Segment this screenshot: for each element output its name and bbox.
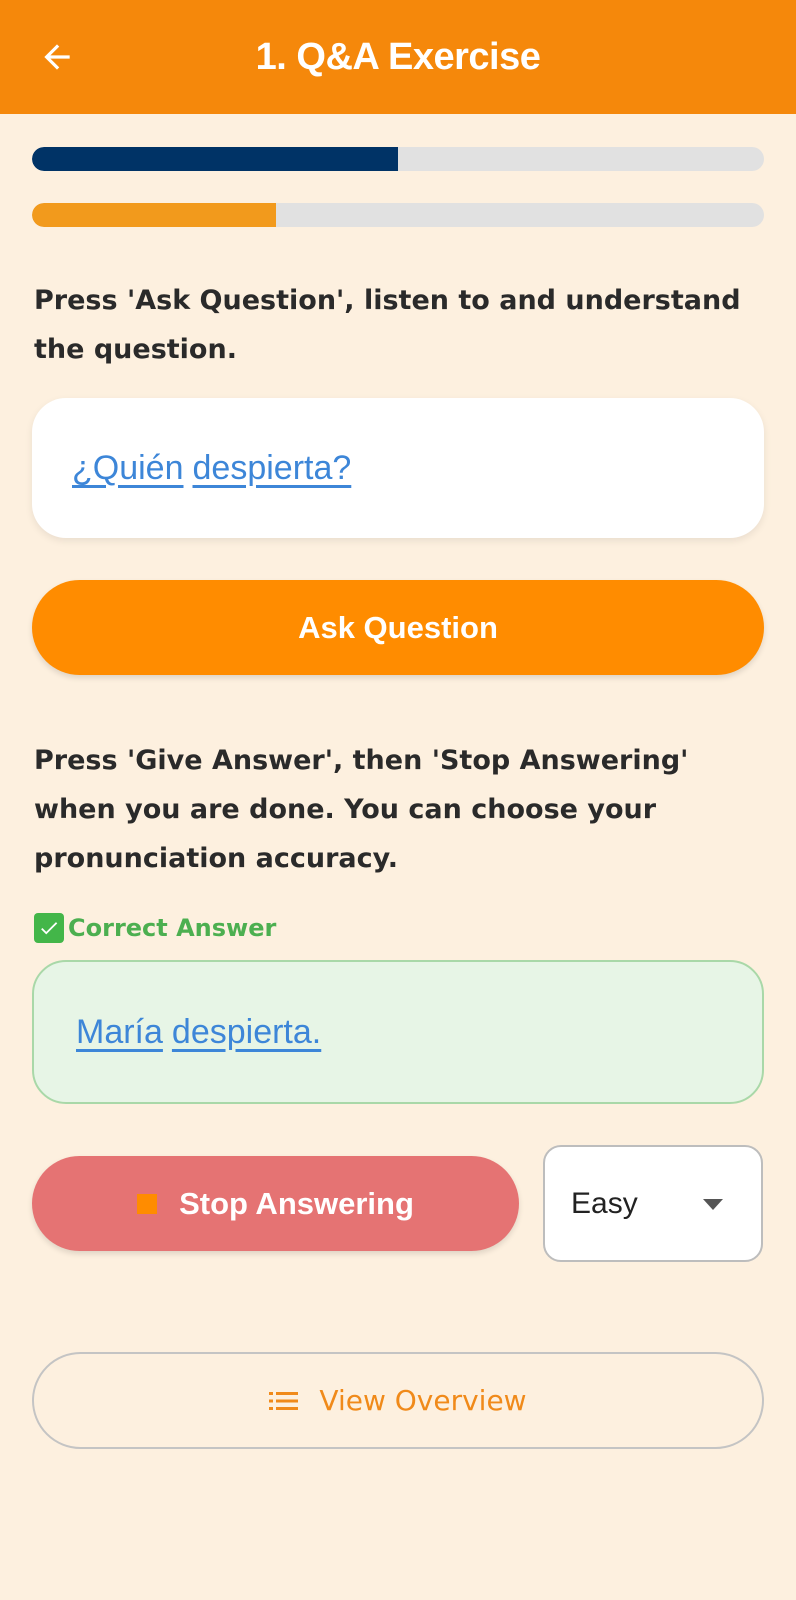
list-icon [269,1391,299,1410]
stop-answering-label: Stop Answering [179,1185,414,1221]
answer-text: María despierta. [76,962,330,1102]
correct-answer-label: Correct Answer [34,910,276,946]
stop-answering-button[interactable]: Stop Answering [32,1156,519,1251]
answer-word[interactable]: despierta. [172,1013,321,1052]
check-mark-icon [34,913,64,943]
question-text: ¿Quién despierta? [72,398,360,538]
accuracy-select[interactable]: Easy [543,1145,763,1262]
correct-answer-card: María despierta. [32,960,764,1104]
answer-instruction: Press 'Give Answer', then 'Stop Answerin… [34,745,689,874]
view-overview-label: View Overview [319,1384,527,1417]
progress-fill-exercise [32,203,276,227]
progress-bar-exercise [32,203,764,227]
answer-word[interactable]: María [76,1013,163,1052]
app-bar: 1. Q&A Exercise [0,0,796,114]
progress-fill-lesson [32,147,398,171]
correct-answer-label-text: Correct Answer [68,914,277,942]
view-overview-button[interactable]: View Overview [32,1352,764,1449]
ask-instruction: Press 'Ask Question', listen to and unde… [34,285,741,365]
progress-bar-lesson [32,147,764,171]
question-card: ¿Quién despierta? [32,398,764,538]
question-word[interactable]: ¿Quién [72,449,184,488]
accuracy-select-value: Easy [571,1186,638,1220]
ask-question-button[interactable]: Ask Question [32,580,764,675]
stop-square-icon [137,1193,158,1214]
caret-down-icon [703,1199,723,1210]
question-word[interactable]: despierta? [193,449,352,488]
page-title: 1. Q&A Exercise [255,35,541,78]
